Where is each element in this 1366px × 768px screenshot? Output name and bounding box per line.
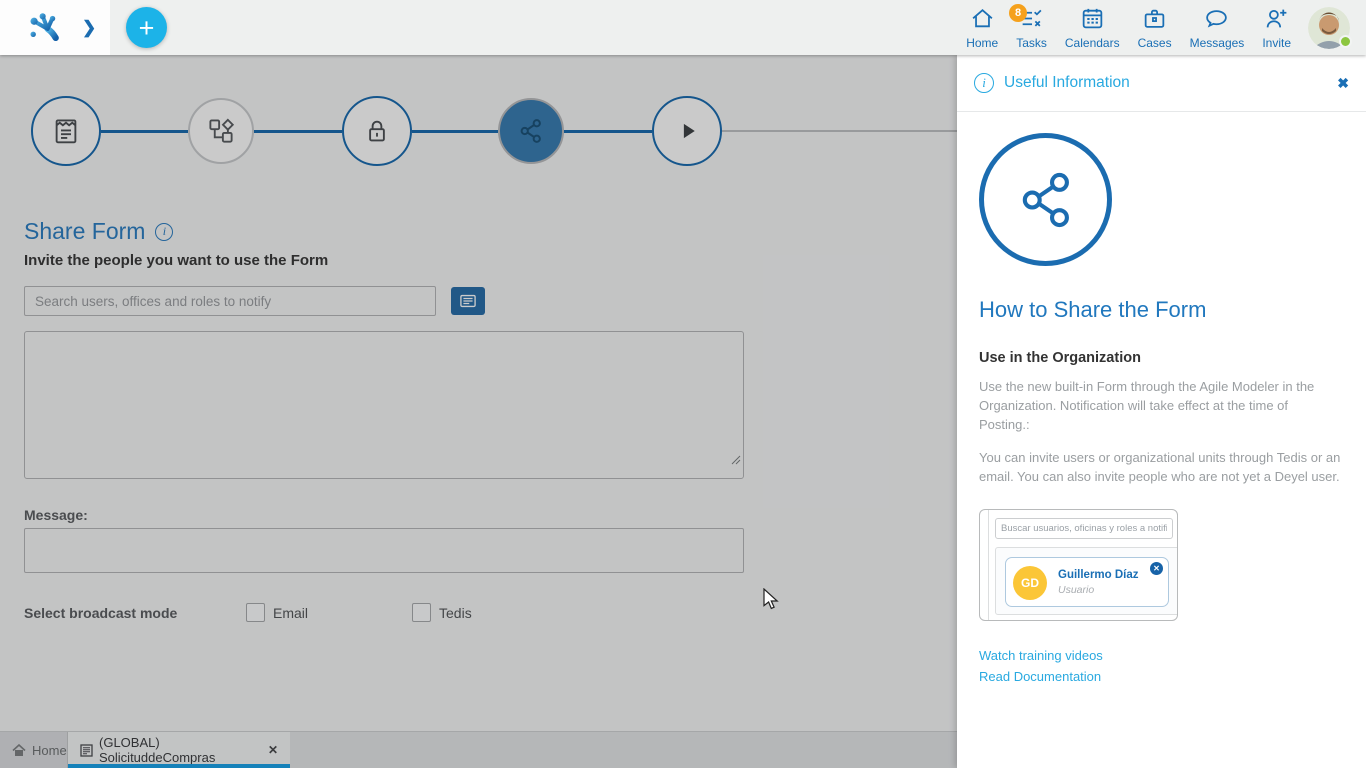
screenshot-crop-edge (988, 510, 989, 620)
form-tab-icon (80, 744, 93, 757)
example-user-card: GD Guillermo Díaz Usuario ✕ (1005, 557, 1169, 607)
nav-cases[interactable]: Cases (1129, 6, 1181, 50)
mouse-cursor (763, 588, 780, 611)
tedis-checkbox[interactable] (412, 603, 431, 622)
bottom-tab-bar: Home (GLOBAL) SolicituddeCompras ✕ (0, 731, 957, 768)
nav-messages-label: Messages (1190, 36, 1245, 50)
tab-active-label: (GLOBAL) SolicituddeCompras (99, 735, 258, 765)
recipients-box[interactable] (24, 331, 744, 479)
diagram-icon (206, 116, 236, 146)
tab-global-solicituddecompras[interactable]: (GLOBAL) SolicituddeCompras ✕ (68, 732, 290, 768)
panel-header: i Useful Information ✖ (957, 55, 1366, 112)
nav-tasks-label: Tasks (1016, 36, 1047, 50)
page-title: Share Form i (24, 218, 746, 245)
useful-information-panel: i Useful Information ✖ How to Share the … (957, 55, 1366, 768)
howto-title: How to Share the Form (979, 297, 1344, 323)
share-form-section: Share Form i Invite the people you want … (24, 218, 746, 622)
step-connector (254, 130, 342, 133)
panel-close-icon[interactable]: ✖ (1337, 75, 1349, 92)
email-checkbox-label: Email (273, 605, 308, 621)
example-recipients-box: GD Guillermo Díaz Usuario ✕ (995, 547, 1178, 615)
info-icon: i (974, 73, 994, 93)
share-form-title: Share Form (24, 218, 145, 245)
message-textarea[interactable] (24, 528, 744, 573)
share-icon (1013, 167, 1079, 233)
step-security[interactable] (342, 96, 412, 166)
nav-calendars-label: Calendars (1065, 36, 1120, 50)
step-connector (412, 130, 498, 133)
directory-list-icon (458, 291, 478, 311)
tasks-icon: 8 (1019, 6, 1044, 36)
sidebar-expand-chevron-icon[interactable]: ❯ (82, 18, 96, 38)
step-connector-pending (722, 130, 957, 132)
tab-close-icon[interactable]: ✕ (268, 743, 278, 757)
deyel-logo-icon[interactable] (24, 10, 64, 46)
tedis-checkbox-label: Tedis (439, 605, 472, 621)
example-user-role: Usuario (1058, 584, 1094, 596)
play-icon (672, 116, 702, 146)
watch-training-videos-link[interactable]: Watch training videos (979, 648, 1344, 663)
broadcast-mode-label: Select broadcast mode (24, 605, 246, 621)
example-user-name: Guillermo Díaz (1058, 569, 1139, 581)
example-remove-user-icon: ✕ (1150, 562, 1163, 575)
tab-home-label: Home (32, 743, 67, 758)
nav-calendars[interactable]: Calendars (1056, 6, 1129, 50)
example-screenshot: GD Guillermo Díaz Usuario ✕ (979, 509, 1178, 621)
info-icon[interactable]: i (155, 223, 173, 241)
step-form[interactable] (31, 96, 101, 166)
wizard-stepper (0, 96, 957, 166)
nav-invite-label: Invite (1262, 36, 1291, 50)
person-add-icon (1264, 6, 1289, 36)
home-icon (970, 6, 995, 36)
nav-invite[interactable]: Invite (1253, 6, 1300, 50)
step-publish[interactable] (652, 96, 722, 166)
briefcase-icon (1142, 6, 1167, 36)
step-model[interactable] (188, 98, 254, 164)
step-connector (101, 130, 188, 133)
user-avatar[interactable] (1308, 7, 1350, 49)
calendar-icon (1080, 6, 1105, 36)
notify-search-input[interactable] (24, 286, 436, 316)
form-icon (51, 116, 81, 146)
tasks-badge: 8 (1009, 4, 1027, 22)
nav-cases-label: Cases (1138, 36, 1172, 50)
open-directory-button[interactable] (451, 287, 485, 315)
home-tab-icon (12, 744, 26, 757)
nav-tasks[interactable]: 8 Tasks (1007, 6, 1056, 50)
online-status-dot (1339, 35, 1352, 48)
share-form-subtitle: Invite the people you want to use the Fo… (24, 252, 746, 269)
create-new-button[interactable]: + (126, 7, 167, 48)
top-navigation: Home 8 Tasks Calendars (957, 0, 1366, 55)
read-documentation-link[interactable]: Read Documentation (979, 669, 1344, 684)
share-illustration-circle (979, 133, 1112, 266)
section-title: Use in the Organization (979, 350, 1344, 366)
top-bar: ❯ + Home 8 Tasks (0, 0, 1366, 55)
nav-home[interactable]: Home (957, 6, 1007, 50)
paragraph-1: Use the new built-in Form through the Ag… (979, 377, 1341, 434)
main-content: Share Form i Invite the people you want … (0, 55, 957, 768)
example-search-input (995, 518, 1173, 539)
textarea-resize-handle[interactable] (731, 455, 741, 465)
logo-area: ❯ (0, 0, 110, 55)
tab-home[interactable]: Home (0, 732, 68, 768)
email-checkbox[interactable] (246, 603, 265, 622)
nav-messages[interactable]: Messages (1181, 6, 1254, 50)
paragraph-2: You can invite users or organizational u… (979, 448, 1341, 486)
chat-icon (1204, 6, 1229, 36)
lock-icon (362, 116, 392, 146)
share-icon (516, 116, 546, 146)
message-label: Message: (24, 507, 746, 523)
panel-title: Useful Information (1004, 74, 1130, 92)
nav-home-label: Home (966, 36, 998, 50)
example-user-avatar: GD (1013, 566, 1047, 600)
step-share-active[interactable] (498, 98, 564, 164)
step-connector (564, 130, 652, 133)
